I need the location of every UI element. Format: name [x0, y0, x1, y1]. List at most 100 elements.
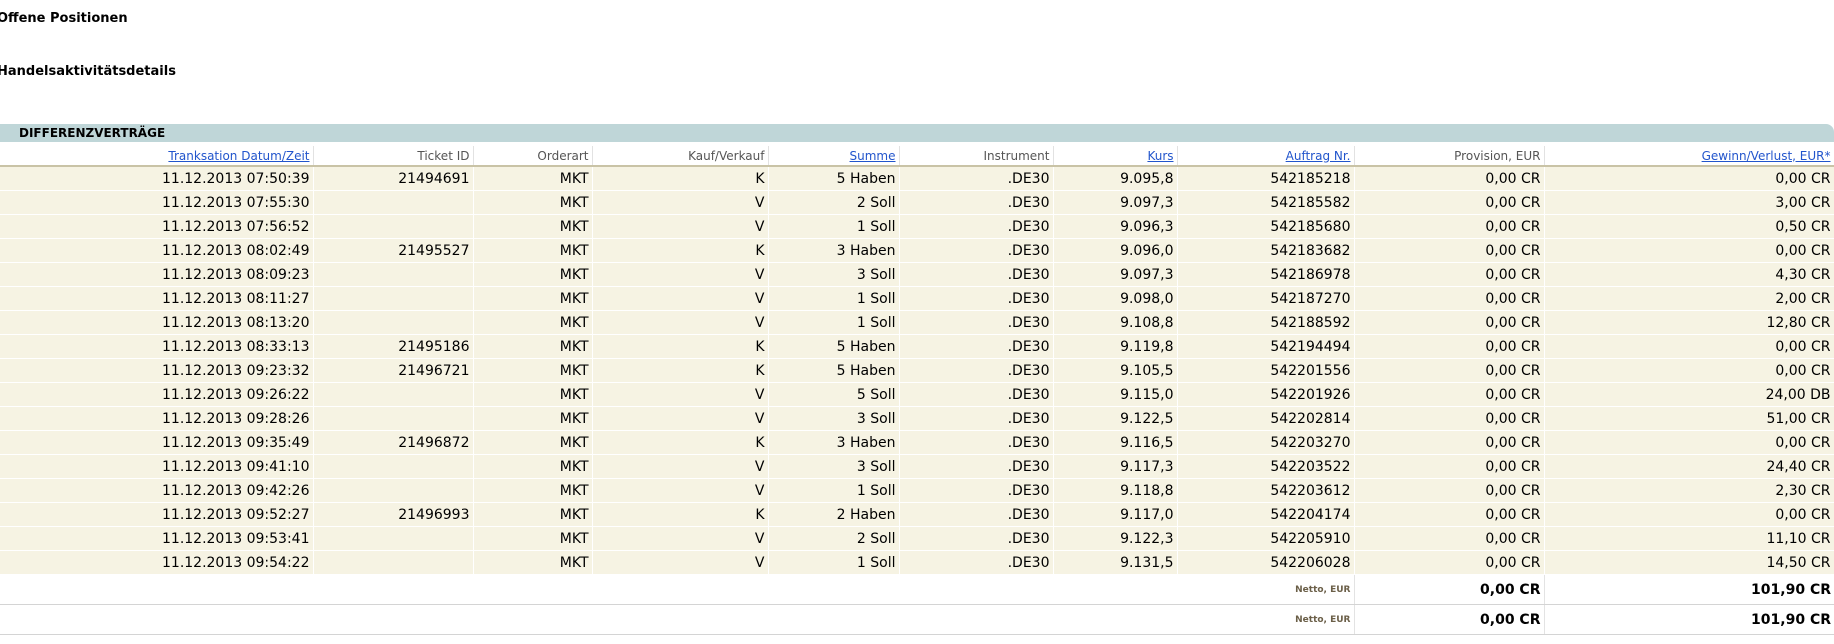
cell-commission: 0,00 CR: [1354, 214, 1545, 239]
cell-ordertype: MKT: [473, 502, 593, 527]
cell-buysell: V: [592, 382, 769, 407]
column-header-ordertype: Orderart: [473, 146, 593, 167]
cell-instrument: .DE30: [899, 478, 1054, 503]
column-header-amount[interactable]: Summe: [768, 146, 900, 167]
cell-ordertype: MKT: [473, 478, 593, 503]
cell-ticket: 21495527: [313, 238, 474, 263]
cell-price: 9.096,0: [1053, 238, 1178, 263]
cell-amount: 1 Soll: [768, 550, 900, 575]
cell-buysell: K: [592, 334, 769, 359]
cell-instrument: .DE30: [899, 406, 1054, 431]
cell-amount: 5 Soll: [768, 382, 900, 407]
cell-buysell: V: [592, 526, 769, 551]
cell-order: 542188592: [1177, 310, 1355, 335]
cell-pnl: 2,00 CR: [1544, 286, 1834, 311]
cell-order: 542202814: [1177, 406, 1355, 431]
column-header-commission: Provision, EUR: [1354, 146, 1545, 167]
cell-commission: 0,00 CR: [1354, 286, 1545, 311]
cell-commission: 0,00 CR: [1354, 310, 1545, 335]
cell-pnl: 0,50 CR: [1544, 214, 1834, 239]
column-header-datetime[interactable]: Tranksation Datum/Zeit: [0, 146, 314, 167]
cell-commission: 0,00 CR: [1354, 262, 1545, 287]
cell-pnl: 0,00 CR: [1544, 430, 1834, 455]
cell-buysell: V: [592, 262, 769, 287]
cell-commission: 0,00 CR: [1354, 190, 1545, 215]
table-row: 11.12.2013 07:56:52 MKT V 1 Soll .DE30 9.096,…: [0, 214, 1834, 239]
cell-instrument: .DE30: [899, 214, 1054, 239]
column-header-order[interactable]: Auftrag Nr.: [1177, 146, 1355, 167]
cell-ordertype: MKT: [473, 262, 593, 287]
cell-instrument: .DE30: [899, 502, 1054, 527]
cell-instrument: .DE30: [899, 310, 1054, 335]
cell-ordertype: MKT: [473, 406, 593, 431]
netto-label: Netto, EUR: [1177, 574, 1355, 605]
cell-ordertype: MKT: [473, 550, 593, 575]
cell-commission: 0,00 CR: [1354, 382, 1545, 407]
cell-ticket: 21495186: [313, 334, 474, 359]
cell-pnl: 0,00 CR: [1544, 358, 1834, 383]
heading-trade-activity: Handelsaktivitätsdetails: [0, 64, 176, 79]
cell-ordertype: MKT: [473, 526, 593, 551]
cell-pnl: 4,30 CR: [1544, 262, 1834, 287]
cell-ticket: [313, 214, 474, 239]
cell-instrument: .DE30: [899, 382, 1054, 407]
cell-order: 542186978: [1177, 262, 1355, 287]
cell-commission: 0,00 CR: [1354, 358, 1545, 383]
cell-instrument: .DE30: [899, 238, 1054, 263]
table-row: 11.12.2013 09:35:49 21496872 MKT K 3 Haben .D…: [0, 430, 1834, 455]
cell-price: 9.119,8: [1053, 334, 1178, 359]
cell-amount: 1 Soll: [768, 286, 900, 311]
section-title: DIFFERENZVERTRÄGE: [19, 126, 166, 140]
cell-order: 542203612: [1177, 478, 1355, 503]
netto-label: Netto, EUR: [1177, 604, 1355, 635]
cell-order: 542206028: [1177, 550, 1355, 575]
cell-instrument: .DE30: [899, 454, 1054, 479]
table-row: 11.12.2013 09:52:27 21496993 MKT K 2 Haben .D…: [0, 502, 1834, 527]
cell-instrument: .DE30: [899, 262, 1054, 287]
cell-instrument: .DE30: [899, 190, 1054, 215]
cell-buysell: V: [592, 454, 769, 479]
cell-datetime: 11.12.2013 09:42:26: [0, 478, 314, 503]
cell-price: 9.131,5: [1053, 550, 1178, 575]
cell-order: 542205910: [1177, 526, 1355, 551]
table-row: 11.12.2013 09:53:41 MKT V 2 Soll .DE30 9.122,…: [0, 526, 1834, 551]
cell-ticket: 21496993: [313, 502, 474, 527]
cell-ordertype: MKT: [473, 382, 593, 407]
cell-order: 542203522: [1177, 454, 1355, 479]
cell-ticket: [313, 550, 474, 575]
cell-datetime: 11.12.2013 07:55:30: [0, 190, 314, 215]
cell-instrument: .DE30: [899, 334, 1054, 359]
cell-datetime: 11.12.2013 08:11:27: [0, 286, 314, 311]
cell-buysell: V: [592, 190, 769, 215]
cell-pnl: 14,50 CR: [1544, 550, 1834, 575]
cell-order: 542185582: [1177, 190, 1355, 215]
cell-ticket: [313, 382, 474, 407]
column-header-price[interactable]: Kurs: [1053, 146, 1178, 167]
totals-filler: [0, 574, 1177, 605]
cell-commission: 0,00 CR: [1354, 406, 1545, 431]
totals-row: Netto, EUR 0,00 CR 101,90 CR: [0, 604, 1834, 635]
cell-amount: 3 Haben: [768, 430, 900, 455]
cell-datetime: 11.12.2013 09:28:26: [0, 406, 314, 431]
cell-pnl: 0,00 CR: [1544, 334, 1834, 359]
cell-ordertype: MKT: [473, 310, 593, 335]
cell-pnl: 0,00 CR: [1544, 502, 1834, 527]
cell-amount: 2 Soll: [768, 526, 900, 551]
totals-row: Netto, EUR 0,00 CR 101,90 CR: [0, 574, 1834, 605]
cell-instrument: .DE30: [899, 166, 1054, 191]
column-header-pnl[interactable]: Gewinn/Verlust, EUR*: [1544, 146, 1834, 167]
cell-ticket: [313, 478, 474, 503]
cell-amount: 2 Haben: [768, 502, 900, 527]
cell-amount: 1 Soll: [768, 478, 900, 503]
column-header-instrument: Instrument: [899, 146, 1054, 167]
cell-price: 9.117,3: [1053, 454, 1178, 479]
cell-order: 542187270: [1177, 286, 1355, 311]
cell-commission: 0,00 CR: [1354, 478, 1545, 503]
cell-amount: 3 Soll: [768, 262, 900, 287]
table-row: 11.12.2013 08:09:23 MKT V 3 Soll .DE30 9.097,…: [0, 262, 1834, 287]
totals-filler: [0, 604, 1177, 635]
cell-pnl: 0,00 CR: [1544, 238, 1834, 263]
cell-commission: 0,00 CR: [1354, 430, 1545, 455]
cell-datetime: 11.12.2013 07:50:39: [0, 166, 314, 191]
cell-commission: 0,00 CR: [1354, 454, 1545, 479]
